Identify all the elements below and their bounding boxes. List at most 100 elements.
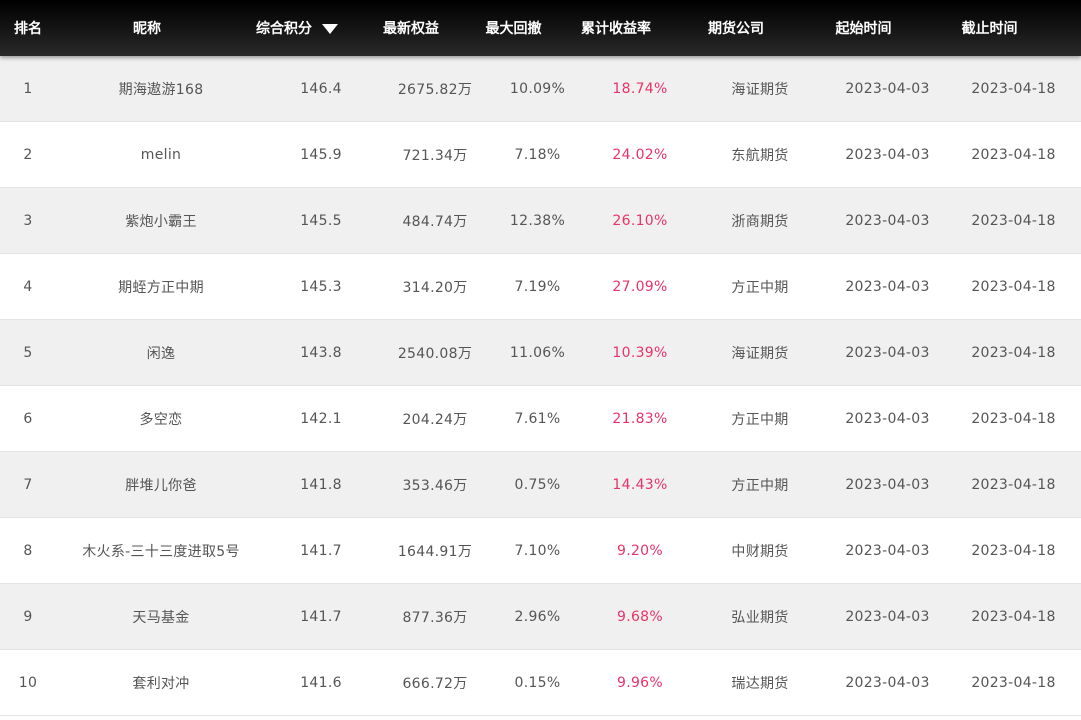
nickname-cell: 天马基金	[70, 584, 252, 649]
rank-cell: 8	[23, 542, 33, 559]
header-equity: 最新权益	[383, 21, 439, 37]
header-score-sort[interactable]: 综合积分	[238, 0, 356, 56]
table-row[interactable]: 1 期海遨游168 146.4 2675.82万 10.09% 18.74% 海…	[0, 56, 1081, 122]
start-date-cell: 2023-04-03	[845, 80, 930, 97]
end-date-cell: 2023-04-18	[971, 542, 1056, 559]
rank-cell: 1	[23, 80, 33, 97]
drawdown-cell: 0.75%	[514, 476, 561, 493]
header-return: 累计收益率	[581, 21, 651, 37]
drawdown-cell: 12.38%	[509, 212, 566, 229]
end-date-cell: 2023-04-18	[971, 344, 1056, 361]
return-cell: 9.96%	[617, 674, 663, 691]
table-body: 1 期海遨游168 146.4 2675.82万 10.09% 18.74% 海…	[0, 56, 1081, 716]
caret-down-icon[interactable]	[322, 23, 338, 34]
header-score-label: 综合积分	[256, 21, 312, 37]
company-cell: 弘业期货	[731, 609, 789, 626]
start-date-cell: 2023-04-03	[845, 344, 930, 361]
equity-cell: 353.46万	[402, 477, 468, 494]
score-cell: 141.7	[300, 542, 342, 559]
start-date-cell: 2023-04-03	[845, 476, 930, 493]
header-company: 期货公司	[708, 21, 764, 37]
return-cell: 18.74%	[612, 80, 668, 97]
header-drawdown: 最大回撤	[485, 21, 542, 37]
end-date-cell: 2023-04-18	[971, 278, 1056, 295]
nickname-cell: 闲逸	[70, 320, 252, 385]
table-row[interactable]: 8 木火系-三十三度进取5号 141.7 1644.91万 7.10% 9.20…	[0, 518, 1081, 584]
equity-cell: 204.24万	[402, 411, 468, 428]
return-cell: 9.20%	[617, 542, 663, 559]
drawdown-cell: 7.19%	[514, 278, 561, 295]
return-cell: 26.10%	[612, 212, 668, 229]
table-row[interactable]: 2 melin 145.9 721.34万 7.18% 24.02% 东航期货 …	[0, 122, 1081, 188]
header-rank: 排名	[14, 21, 42, 37]
rank-cell: 10	[18, 674, 38, 691]
ranking-table: 排名 昵称 综合积分 最新权益 最大回撤 累计收益率 期货公司 起始时间 截止时…	[0, 0, 1081, 720]
score-cell: 141.8	[300, 476, 342, 493]
equity-cell: 666.72万	[402, 675, 468, 692]
start-date-cell: 2023-04-03	[845, 608, 930, 625]
rank-cell: 7	[23, 476, 33, 493]
table-row[interactable]: 5 闲逸 143.8 2540.08万 11.06% 10.39% 海证期货 2…	[0, 320, 1081, 386]
table-row[interactable]: 3 紫炮小霸王 145.5 484.74万 12.38% 26.10% 浙商期货…	[0, 188, 1081, 254]
start-date-cell: 2023-04-03	[845, 278, 930, 295]
nickname-cell: 胖堆儿你爸	[70, 452, 252, 517]
equity-cell: 2675.82万	[397, 81, 473, 98]
rank-cell: 3	[23, 212, 33, 229]
nickname-cell: 多空恋	[70, 386, 252, 451]
start-date-cell: 2023-04-03	[845, 146, 930, 163]
end-date-cell: 2023-04-18	[971, 410, 1056, 427]
return-cell: 14.43%	[612, 476, 668, 493]
return-cell: 9.68%	[617, 608, 663, 625]
drawdown-cell: 11.06%	[509, 344, 566, 361]
header-end-date: 截止时间	[961, 21, 1018, 37]
table-row[interactable]: 10 套利对冲 141.6 666.72万 0.15% 9.96% 瑞达期货 2…	[0, 650, 1081, 716]
end-date-cell: 2023-04-18	[971, 212, 1056, 229]
rank-cell: 6	[23, 410, 33, 427]
company-cell: 海证期货	[731, 345, 789, 362]
table-row[interactable]: 7 胖堆儿你爸 141.8 353.46万 0.75% 14.43% 方正中期 …	[0, 452, 1081, 518]
header-nickname: 昵称	[133, 21, 161, 37]
score-cell: 145.3	[300, 278, 342, 295]
drawdown-cell: 7.10%	[514, 542, 561, 559]
score-cell: 145.9	[300, 146, 342, 163]
end-date-cell: 2023-04-18	[971, 146, 1056, 163]
equity-cell: 721.34万	[402, 147, 468, 164]
equity-cell: 314.20万	[402, 279, 468, 296]
nickname-cell: 紫炮小霸王	[70, 188, 252, 253]
end-date-cell: 2023-04-18	[971, 674, 1056, 691]
drawdown-cell: 2.96%	[514, 608, 561, 625]
table-row[interactable]: 6 多空恋 142.1 204.24万 7.61% 21.83% 方正中期 20…	[0, 386, 1081, 452]
score-cell: 141.7	[300, 608, 342, 625]
drawdown-cell: 7.61%	[514, 410, 561, 427]
end-date-cell: 2023-04-18	[971, 80, 1056, 97]
header-start-date: 起始时间	[835, 21, 892, 37]
score-cell: 142.1	[300, 410, 342, 427]
nickname-cell: 套利对冲	[70, 650, 252, 715]
drawdown-cell: 0.15%	[514, 674, 561, 691]
company-cell: 浙商期货	[731, 213, 789, 230]
nickname-cell: 期海遨游168	[70, 56, 252, 121]
table-row[interactable]: 9 天马基金 141.7 877.36万 2.96% 9.68% 弘业期货 20…	[0, 584, 1081, 650]
table-row[interactable]: 4 期蛭方正中期 145.3 314.20万 7.19% 27.09% 方正中期…	[0, 254, 1081, 320]
start-date-cell: 2023-04-03	[845, 674, 930, 691]
rank-cell: 5	[23, 344, 33, 361]
company-cell: 方正中期	[731, 477, 789, 494]
return-cell: 27.09%	[612, 278, 668, 295]
company-cell: 瑞达期货	[731, 675, 789, 692]
equity-cell: 2540.08万	[397, 345, 473, 362]
company-cell: 中财期货	[731, 543, 789, 560]
start-date-cell: 2023-04-03	[845, 410, 930, 427]
score-cell: 143.8	[300, 344, 342, 361]
start-date-cell: 2023-04-03	[845, 542, 930, 559]
return-cell: 24.02%	[612, 146, 668, 163]
table-header: 排名 昵称 综合积分 最新权益 最大回撤 累计收益率 期货公司 起始时间 截止时…	[0, 0, 1081, 56]
nickname-cell: 期蛭方正中期	[70, 254, 252, 319]
company-cell: 方正中期	[731, 411, 789, 428]
company-cell: 东航期货	[731, 147, 789, 164]
rank-cell: 4	[23, 278, 33, 295]
nickname-cell: melin	[70, 122, 252, 187]
rank-cell: 9	[23, 608, 33, 625]
equity-cell: 877.36万	[402, 609, 468, 626]
rank-cell: 2	[23, 146, 33, 163]
drawdown-cell: 7.18%	[514, 146, 561, 163]
